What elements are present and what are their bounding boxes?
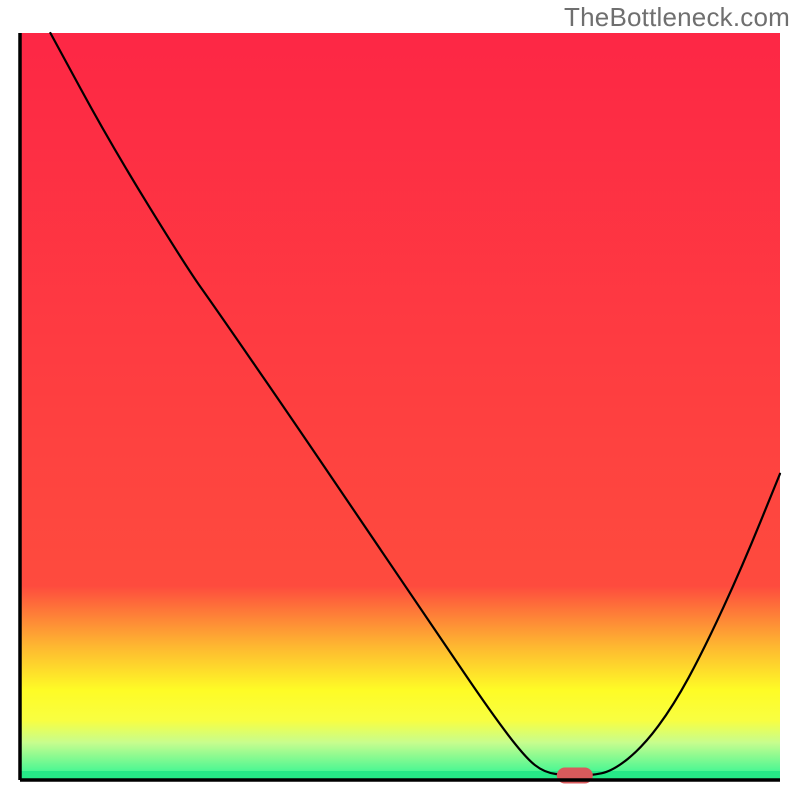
chart-background <box>20 33 780 780</box>
watermark-text: TheBottleneck.com <box>564 2 790 33</box>
bottleneck-chart <box>0 0 800 800</box>
